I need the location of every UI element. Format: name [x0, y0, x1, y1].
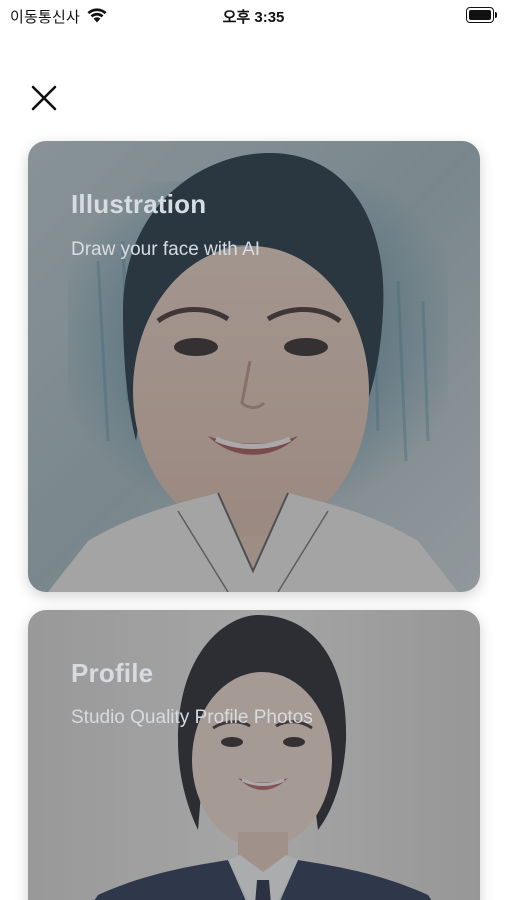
status-time: 오후 3:35 [222, 9, 285, 26]
card-overlay [28, 610, 480, 900]
card-title: Profile [71, 658, 154, 688]
profile-card[interactable]: Profile Studio Quality Profile Photos [28, 610, 480, 900]
illustration-card[interactable]: Illustration Draw your face with AI [28, 141, 480, 592]
close-button[interactable] [24, 78, 64, 118]
card-title: Illustration [71, 189, 207, 219]
card-subtitle: Studio Quality Profile Photos [71, 707, 313, 728]
status-bar: 이동통신사 오후 3:35 [0, 0, 507, 32]
battery-icon [466, 7, 497, 23]
screen: 이동통신사 오후 3:35 Illustration Draw your fac… [0, 0, 507, 900]
close-icon [31, 85, 57, 111]
card-subtitle: Draw your face with AI [71, 239, 261, 260]
